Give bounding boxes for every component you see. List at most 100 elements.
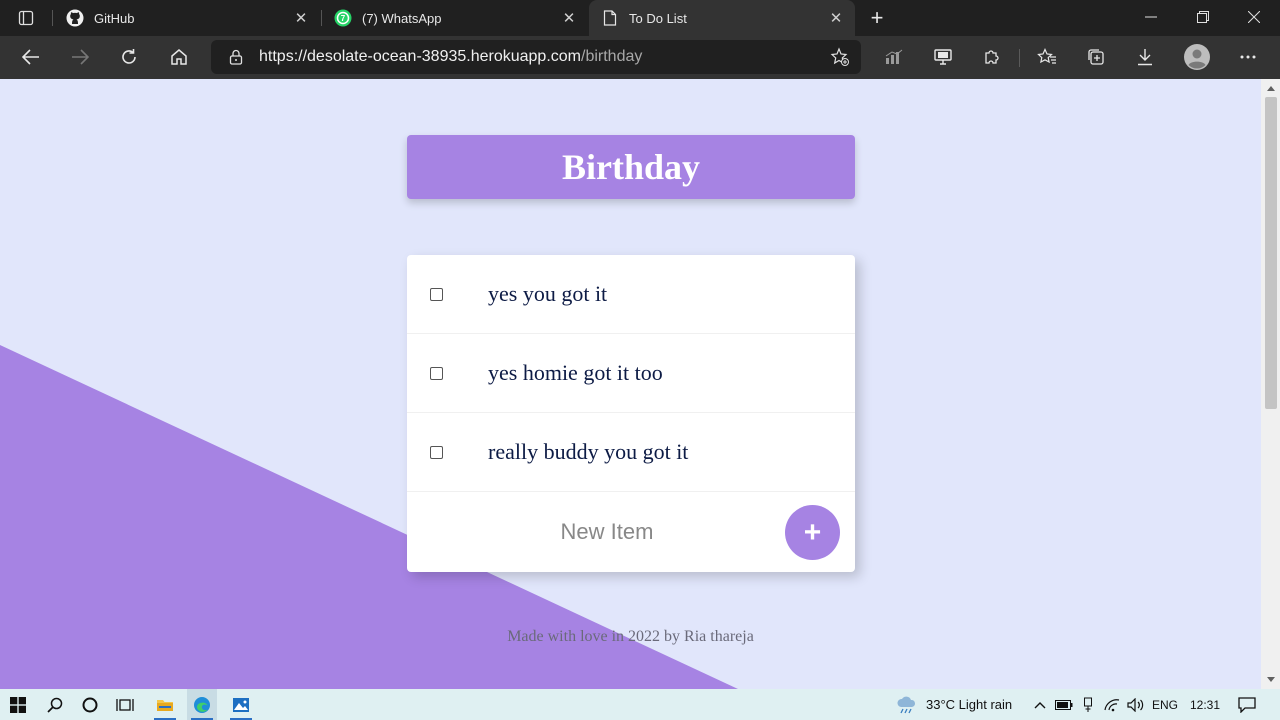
svg-text:7: 7: [341, 14, 346, 23]
close-icon: [1248, 11, 1260, 23]
minimize-icon: [1145, 16, 1157, 18]
tab-todo-list[interactable]: To Do List ✕: [589, 0, 855, 36]
close-tab-icon[interactable]: ✕: [558, 7, 580, 29]
chart-icon: [885, 49, 903, 64]
search-button[interactable]: [42, 689, 68, 720]
url-text: https://desolate-ocean-38935.herokuapp.c…: [259, 48, 642, 66]
tab-actions-button[interactable]: [12, 6, 40, 30]
document-icon: [601, 9, 619, 27]
tab-whatsapp[interactable]: 7 (7) WhatsApp ✕: [322, 0, 588, 36]
item-text: yes you got it: [488, 281, 608, 306]
task-view-button[interactable]: [112, 689, 138, 720]
rain-cloud-icon: [897, 696, 916, 713]
footer-credit: Made with love in 2022 by Ria thareja: [507, 628, 754, 645]
close-window-button[interactable]: [1229, 0, 1279, 34]
page-title: Birthday: [561, 147, 701, 187]
close-tab-icon[interactable]: ✕: [290, 7, 312, 29]
show-hidden-icons-button[interactable]: [1031, 689, 1049, 720]
favorites-icon: [1037, 48, 1056, 64]
battery-icon: [1055, 699, 1073, 710]
tab-actions-icon: [18, 10, 34, 26]
file-explorer-taskbar-button[interactable]: [150, 689, 180, 720]
home-button[interactable]: [163, 42, 195, 72]
photos-icon: [233, 697, 249, 712]
weather-widget[interactable]: 33°C Light rain: [896, 689, 1026, 720]
new-item-form: +: [407, 493, 855, 572]
profile-button[interactable]: [1181, 42, 1213, 72]
avatar: [1184, 44, 1210, 70]
forward-arrow-icon: [72, 49, 89, 65]
refresh-icon: [122, 49, 136, 64]
list-item: really buddy you got it: [407, 413, 855, 492]
refresh-button[interactable]: [113, 42, 145, 72]
whatsapp-icon: 7: [334, 9, 352, 27]
settings-menu-button[interactable]: [1232, 42, 1264, 72]
windows-taskbar: 33°C Light rain ENG 12:31: [0, 689, 1280, 720]
item-checkbox[interactable]: [430, 287, 443, 301]
item-checkbox[interactable]: [430, 445, 443, 459]
todo-card: yes you got it yes homie got it too real…: [407, 255, 855, 572]
item-checkbox[interactable]: [430, 366, 443, 380]
usb-device-icon: [1084, 697, 1092, 712]
folder-icon: [157, 699, 173, 711]
scrollbar-thumb[interactable]: [1265, 97, 1277, 409]
tab-separator: [52, 10, 53, 26]
scroll-up-arrow-icon[interactable]: [1261, 81, 1280, 95]
monitor-icon: [934, 49, 952, 65]
battery-tray-button[interactable]: [1054, 689, 1074, 720]
downloads-button[interactable]: [1129, 42, 1161, 72]
weather-text: 33°C Light rain: [926, 697, 1013, 712]
performance-button[interactable]: [878, 42, 910, 72]
restore-icon: [1197, 11, 1209, 23]
lock-icon[interactable]: [227, 48, 245, 66]
list-item: yes you got it: [407, 255, 855, 334]
vertical-scrollbar[interactable]: [1261, 79, 1280, 689]
minimize-button[interactable]: [1126, 0, 1176, 34]
more-icon: [1240, 55, 1256, 59]
add-favorite-button[interactable]: [829, 46, 851, 68]
tab-strip: GitHub ✕ 7 (7) WhatsApp ✕ To Do List ✕ +: [0, 0, 1280, 36]
device-tray-button[interactable]: [1079, 689, 1097, 720]
notifications-button[interactable]: [1234, 689, 1260, 720]
plus-icon: +: [870, 5, 884, 30]
edge-taskbar-button[interactable]: [187, 689, 217, 720]
chevron-up-icon: [1034, 701, 1046, 708]
download-icon: [1138, 49, 1152, 66]
add-item-button[interactable]: +: [785, 505, 840, 560]
list-item: yes homie got it too: [407, 334, 855, 413]
address-bar[interactable]: https://desolate-ocean-38935.herokuapp.c…: [211, 40, 861, 74]
extensions-button[interactable]: [976, 42, 1008, 72]
star-add-icon: [830, 47, 849, 66]
search-icon: [47, 697, 63, 713]
url-path: /birthday: [581, 48, 643, 65]
photos-taskbar-button[interactable]: [226, 689, 256, 720]
cast-button[interactable]: [927, 42, 959, 72]
collections-button[interactable]: [1080, 42, 1112, 72]
close-tab-icon[interactable]: ✕: [825, 7, 847, 29]
speaker-icon: [1127, 697, 1144, 712]
language-text: ENG: [1151, 697, 1178, 712]
clock[interactable]: 12:31: [1186, 689, 1224, 720]
collections-icon: [1088, 49, 1104, 65]
language-indicator[interactable]: ENG: [1150, 689, 1180, 720]
favorites-button[interactable]: [1031, 42, 1063, 72]
restore-button[interactable]: [1178, 0, 1228, 34]
cortana-button[interactable]: [77, 689, 103, 720]
toolbar-divider: [1019, 49, 1020, 67]
tab-label: To Do List: [629, 10, 687, 26]
edge-browser-icon: [194, 696, 210, 713]
clock-time: 12:31: [1189, 697, 1221, 712]
back-button[interactable]: [15, 42, 47, 72]
volume-tray-button[interactable]: [1126, 689, 1146, 720]
tab-github[interactable]: GitHub ✕: [54, 0, 320, 36]
tab-label: GitHub: [94, 10, 135, 26]
network-tray-button[interactable]: [1102, 689, 1122, 720]
scroll-down-arrow-icon[interactable]: [1261, 673, 1280, 687]
browser-toolbar: https://desolate-ocean-38935.herokuapp.c…: [0, 36, 1280, 79]
tab-label: (7) WhatsApp: [362, 10, 442, 26]
forward-button[interactable]: [64, 42, 96, 72]
start-button[interactable]: [4, 689, 32, 720]
new-item-input[interactable]: [507, 513, 707, 551]
notification-icon: [1238, 696, 1256, 713]
new-tab-button[interactable]: +: [864, 5, 890, 30]
